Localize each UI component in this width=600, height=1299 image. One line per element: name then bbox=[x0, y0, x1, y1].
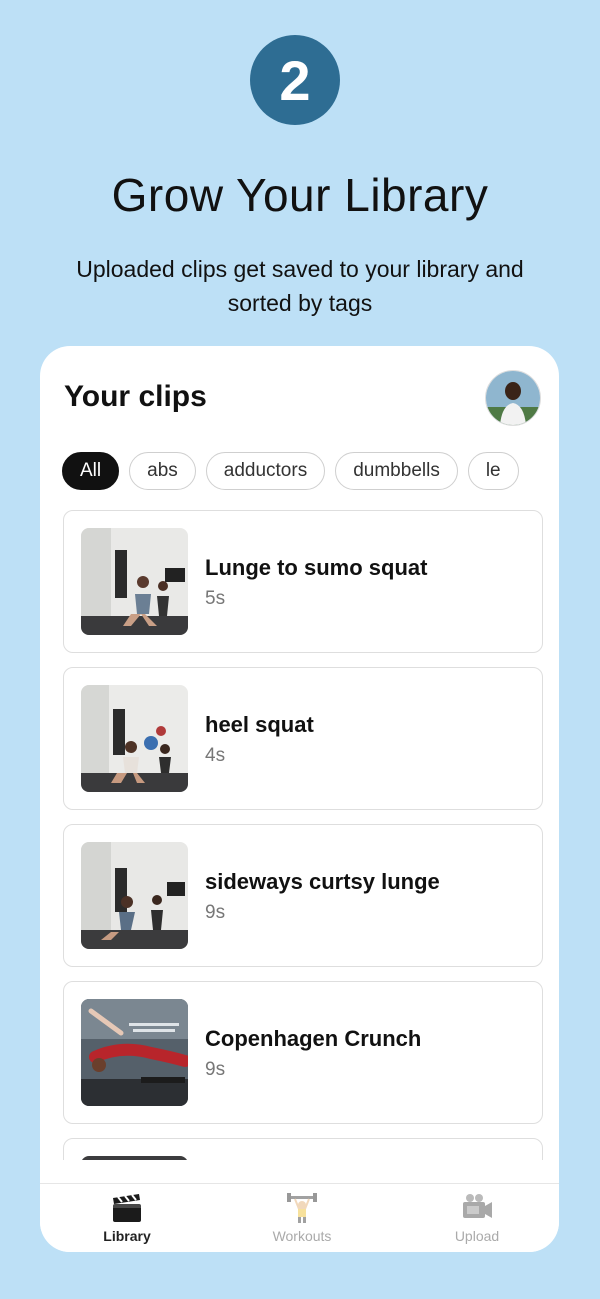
tag-filter-bar: All abs adductors dumbbells le bbox=[62, 452, 559, 492]
clip-thumbnail bbox=[81, 528, 188, 635]
clip-name: Lunge to sumo squat bbox=[205, 555, 428, 580]
clapperboard-icon bbox=[113, 1194, 141, 1222]
clip-thumbnail bbox=[81, 685, 188, 792]
filter-chip-legs[interactable]: le bbox=[467, 452, 519, 490]
clip-card[interactable]: Lunge to sumo squat 5s bbox=[63, 510, 543, 653]
clip-name: sideways curtsy lunge bbox=[205, 869, 440, 894]
clip-duration: 4s bbox=[205, 745, 226, 766]
clip-name: heel squat bbox=[205, 712, 314, 737]
clip-thumbnail bbox=[81, 999, 188, 1106]
clip-name: Copenhagen Crunch bbox=[205, 1026, 422, 1051]
onboarding-title: Grow Your Library bbox=[111, 169, 489, 221]
video-camera-icon bbox=[463, 1194, 492, 1218]
clip-card[interactable]: Copenhagen Crunch 9s bbox=[63, 981, 543, 1124]
clip-duration: 5s bbox=[205, 588, 226, 609]
filter-chip-adductors[interactable]: adductors bbox=[205, 452, 326, 490]
clip-card[interactable]: heel squat 4s bbox=[63, 667, 543, 810]
phone-screen: Your clips All abs adductors dumbbells le bbox=[40, 346, 559, 1252]
clip-card-partial[interactable] bbox=[63, 1138, 543, 1160]
weightlifter-icon bbox=[287, 1193, 317, 1223]
tab-label: Upload bbox=[454, 1228, 500, 1244]
page-title: Your clips bbox=[64, 380, 207, 413]
clip-thumbnail bbox=[81, 1156, 188, 1160]
onboarding-subtitle: Uploaded clips get saved to your library… bbox=[76, 256, 524, 316]
tab-label: Library bbox=[103, 1228, 151, 1244]
tab-workouts[interactable]: Workouts bbox=[242, 1192, 362, 1244]
clip-duration: 9s bbox=[205, 1059, 226, 1080]
tab-upload[interactable]: Upload bbox=[417, 1192, 537, 1244]
step-number-badge: 2 bbox=[250, 35, 340, 125]
clip-list: Lunge to sumo squat 5s heel squat 4s sid… bbox=[63, 510, 544, 1160]
avatar[interactable] bbox=[485, 370, 541, 426]
clip-duration: 9s bbox=[205, 902, 226, 923]
filter-chip-abs[interactable]: abs bbox=[129, 452, 196, 490]
tab-library[interactable]: Library bbox=[67, 1192, 187, 1244]
filter-chip-dumbbells[interactable]: dumbbells bbox=[335, 452, 458, 490]
avatar-photo bbox=[486, 371, 540, 425]
clip-thumbnail bbox=[81, 842, 188, 949]
bottom-tab-bar: Library Workouts Upload bbox=[40, 1183, 559, 1252]
tab-label: Workouts bbox=[272, 1228, 332, 1244]
filter-chip-all[interactable]: All bbox=[62, 452, 120, 490]
clip-card[interactable]: sideways curtsy lunge 9s bbox=[63, 824, 543, 967]
